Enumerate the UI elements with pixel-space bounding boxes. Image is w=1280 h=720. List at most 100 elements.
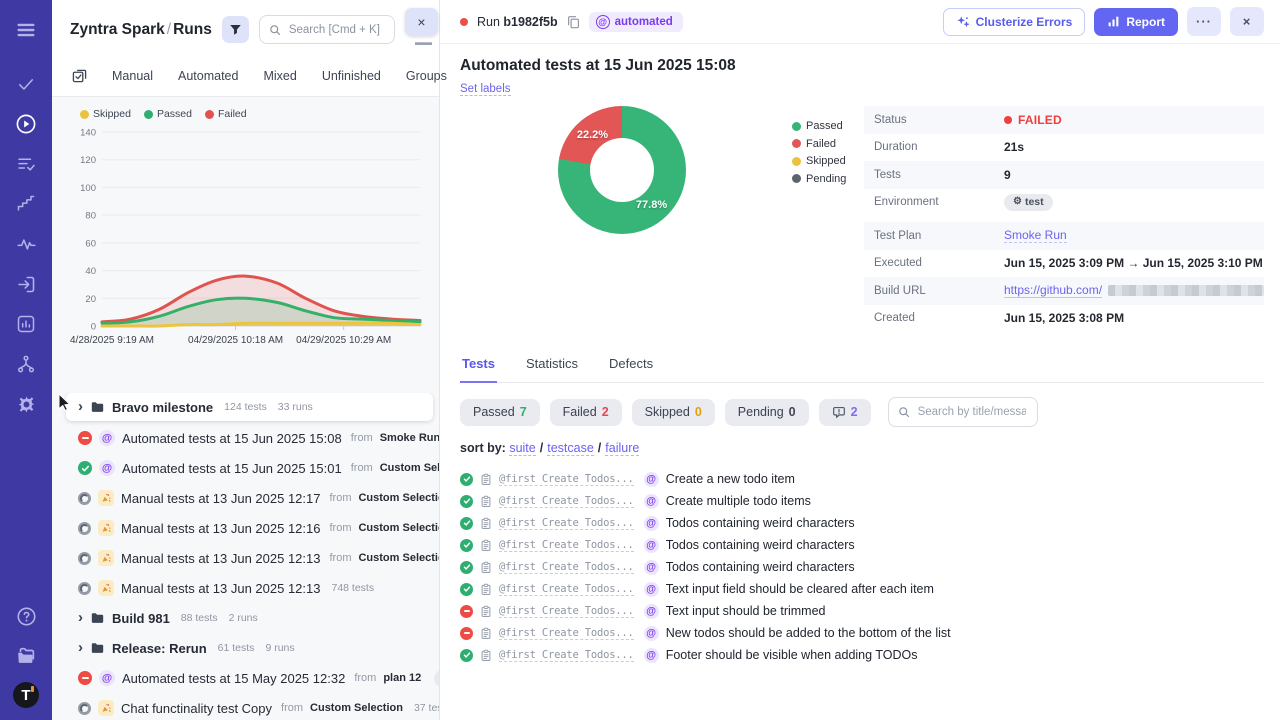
run-actions: Clusterize Errors Report ··· ×: [943, 7, 1264, 36]
chip-skipped[interactable]: Skipped0: [632, 399, 715, 426]
chip-passed[interactable]: Passed7: [460, 399, 540, 426]
run-group-row[interactable]: ›Release: Rerun61 tests9 runs: [52, 633, 439, 663]
automated-test-icon: @: [644, 626, 659, 641]
chevron-right-icon[interactable]: ›: [78, 399, 83, 414]
test-row[interactable]: @first Create Todos...@Text input should…: [460, 600, 1264, 622]
detail-row-tests: Tests9: [864, 161, 1264, 189]
test-row[interactable]: @first Create Todos...@Create a new todo…: [460, 468, 1264, 490]
menu-icon[interactable]: [12, 16, 40, 44]
resize-handle-icon[interactable]: ▬▬: [415, 37, 431, 47]
automated-badge[interactable]: @ automated: [589, 12, 683, 32]
bar-chart-icon[interactable]: [12, 310, 40, 338]
trend-legend-failed[interactable]: Failed: [205, 108, 247, 120]
test-suite-link[interactable]: @first Create Todos...: [499, 517, 634, 530]
trend-legend-passed[interactable]: Passed: [144, 108, 192, 120]
runs-search[interactable]: [259, 15, 395, 44]
close-run-button[interactable]: ×: [1230, 7, 1264, 36]
run-id-label: Run b1982f5b: [477, 15, 558, 29]
report-button[interactable]: Report: [1094, 8, 1178, 36]
runs-tab-unfinished[interactable]: Unfinished: [322, 69, 381, 83]
test-suite-link[interactable]: @first Create Todos...: [499, 649, 634, 662]
sort-by-suite[interactable]: suite: [509, 441, 535, 456]
runs-search-input[interactable]: [287, 23, 385, 37]
test-row[interactable]: @first Create Todos...@Create multiple t…: [460, 490, 1264, 512]
clusterize-errors-button[interactable]: Clusterize Errors: [943, 8, 1086, 36]
legend-label: Passed: [806, 120, 843, 132]
build-url-link[interactable]: https://github.com/: [1004, 283, 1102, 298]
tests-search-input[interactable]: [916, 405, 1028, 419]
test-row[interactable]: @first Create Todos...@Todos containing …: [460, 556, 1264, 578]
runs-tab-automated[interactable]: Automated: [178, 69, 238, 83]
pulse-icon[interactable]: [12, 230, 40, 258]
play-circle-icon[interactable]: [12, 110, 40, 138]
tab-tests[interactable]: Tests: [460, 352, 497, 383]
sort-by-testcase[interactable]: testcase: [547, 441, 594, 456]
list-check-icon[interactable]: [12, 150, 40, 178]
run-row[interactable]: @Automated tests at 15 Jun 2025 15:01fro…: [52, 453, 439, 483]
check-mark-icon[interactable]: [12, 70, 40, 98]
test-suite-link[interactable]: @first Create Todos...: [499, 627, 634, 640]
branch-icon[interactable]: [12, 350, 40, 378]
environment-badge[interactable]: ⚙test: [1004, 194, 1053, 211]
run-row[interactable]: Manual tests at 13 Jun 2025 12:13fromCus…: [52, 543, 439, 573]
tab-statistics[interactable]: Statistics: [524, 352, 580, 383]
tests-search[interactable]: [888, 397, 1038, 427]
logo-avatar[interactable]: T: [13, 682, 39, 708]
gear-icon[interactable]: [12, 390, 40, 418]
run-row[interactable]: Chat functinality test CopyfromCustom Se…: [52, 693, 439, 720]
donut-legend-failed[interactable]: Failed: [792, 138, 846, 150]
donut-legend-passed[interactable]: Passed: [792, 120, 846, 132]
more-button[interactable]: ···: [1187, 7, 1221, 36]
test-suite-link[interactable]: @first Create Todos...: [499, 473, 634, 486]
test-row[interactable]: @first Create Todos...@Todos containing …: [460, 512, 1264, 534]
run-row[interactable]: @Automated tests at 15 May 2025 12:32fro…: [52, 663, 439, 693]
steps-icon[interactable]: [12, 190, 40, 218]
tab-defects[interactable]: Defects: [607, 352, 655, 383]
run-row[interactable]: @Automated tests at 15 Jun 2025 15:08fro…: [52, 423, 439, 453]
sort-by-failure[interactable]: failure: [605, 441, 639, 456]
test-plan-link[interactable]: Smoke Run: [1004, 228, 1067, 243]
run-group-row[interactable]: ›Bravo milestone124 tests33 runs: [66, 393, 433, 421]
donut-legend-skipped[interactable]: Skipped: [792, 155, 846, 167]
funnel-icon: [229, 23, 242, 36]
test-suite-link[interactable]: @first Create Todos...: [499, 495, 634, 508]
chip-comments[interactable]: 2: [819, 399, 871, 426]
donut-hole: [590, 138, 654, 202]
chevron-right-icon[interactable]: ›: [78, 640, 83, 655]
run-row[interactable]: Manual tests at 13 Jun 2025 12:16fromCus…: [52, 513, 439, 543]
test-suite-link[interactable]: @first Create Todos...: [499, 605, 634, 618]
chip-pending[interactable]: Pending0: [725, 399, 809, 426]
run-id: b1982f5b: [503, 15, 557, 29]
test-row[interactable]: @first Create Todos...@Text input field …: [460, 578, 1264, 600]
runs-tab-mixed[interactable]: Mixed: [263, 69, 296, 83]
chip-failed[interactable]: Failed2: [550, 399, 622, 426]
test-row[interactable]: @first Create Todos...@Todos containing …: [460, 534, 1264, 556]
run-detail-panel: Run b1982f5b @ automated Clusterize Erro…: [440, 0, 1280, 720]
test-case-icon: [480, 605, 492, 618]
run-group-row[interactable]: ›Build 98188 tests2 runs: [52, 603, 439, 633]
set-labels-link[interactable]: Set labels: [460, 83, 511, 96]
run-row[interactable]: Manual tests at 13 Jun 2025 12:13748 tes…: [52, 573, 439, 603]
filter-button[interactable]: [222, 16, 249, 43]
breadcrumb-project[interactable]: Zyntra Spark: [70, 21, 165, 38]
chevron-right-icon[interactable]: ›: [78, 610, 83, 625]
test-suite-link[interactable]: @first Create Todos...: [499, 583, 634, 596]
run-detail-header: Run b1982f5b @ automated Clusterize Erro…: [440, 0, 1280, 44]
close-panel-button[interactable]: ×: [405, 8, 438, 36]
test-row[interactable]: @first Create Todos... @ New todos should …: [460, 622, 1264, 644]
folders-icon[interactable]: [12, 642, 40, 670]
donut-legend-pending[interactable]: Pending: [792, 173, 846, 185]
runs-tab-manual[interactable]: Manual: [112, 69, 153, 83]
help-icon[interactable]: [12, 602, 40, 630]
test-row[interactable]: @first Create Todos...@Footer should be …: [460, 644, 1264, 666]
run-tests-count: 748 tests: [331, 582, 374, 594]
select-all-runs-icon[interactable]: [72, 68, 87, 83]
runs-tab-groups[interactable]: Groups: [406, 69, 447, 83]
import-icon[interactable]: [12, 270, 40, 298]
trend-legend-skipped[interactable]: Skipped: [80, 108, 131, 120]
test-title: New todos should be added to the bottom …: [666, 626, 951, 640]
test-suite-link[interactable]: @first Create Todos...: [499, 561, 634, 574]
run-row[interactable]: Manual tests at 13 Jun 2025 12:17fromCus…: [52, 483, 439, 513]
test-suite-link[interactable]: @first Create Todos...: [499, 539, 634, 552]
copy-run-id-icon[interactable]: [567, 15, 580, 29]
